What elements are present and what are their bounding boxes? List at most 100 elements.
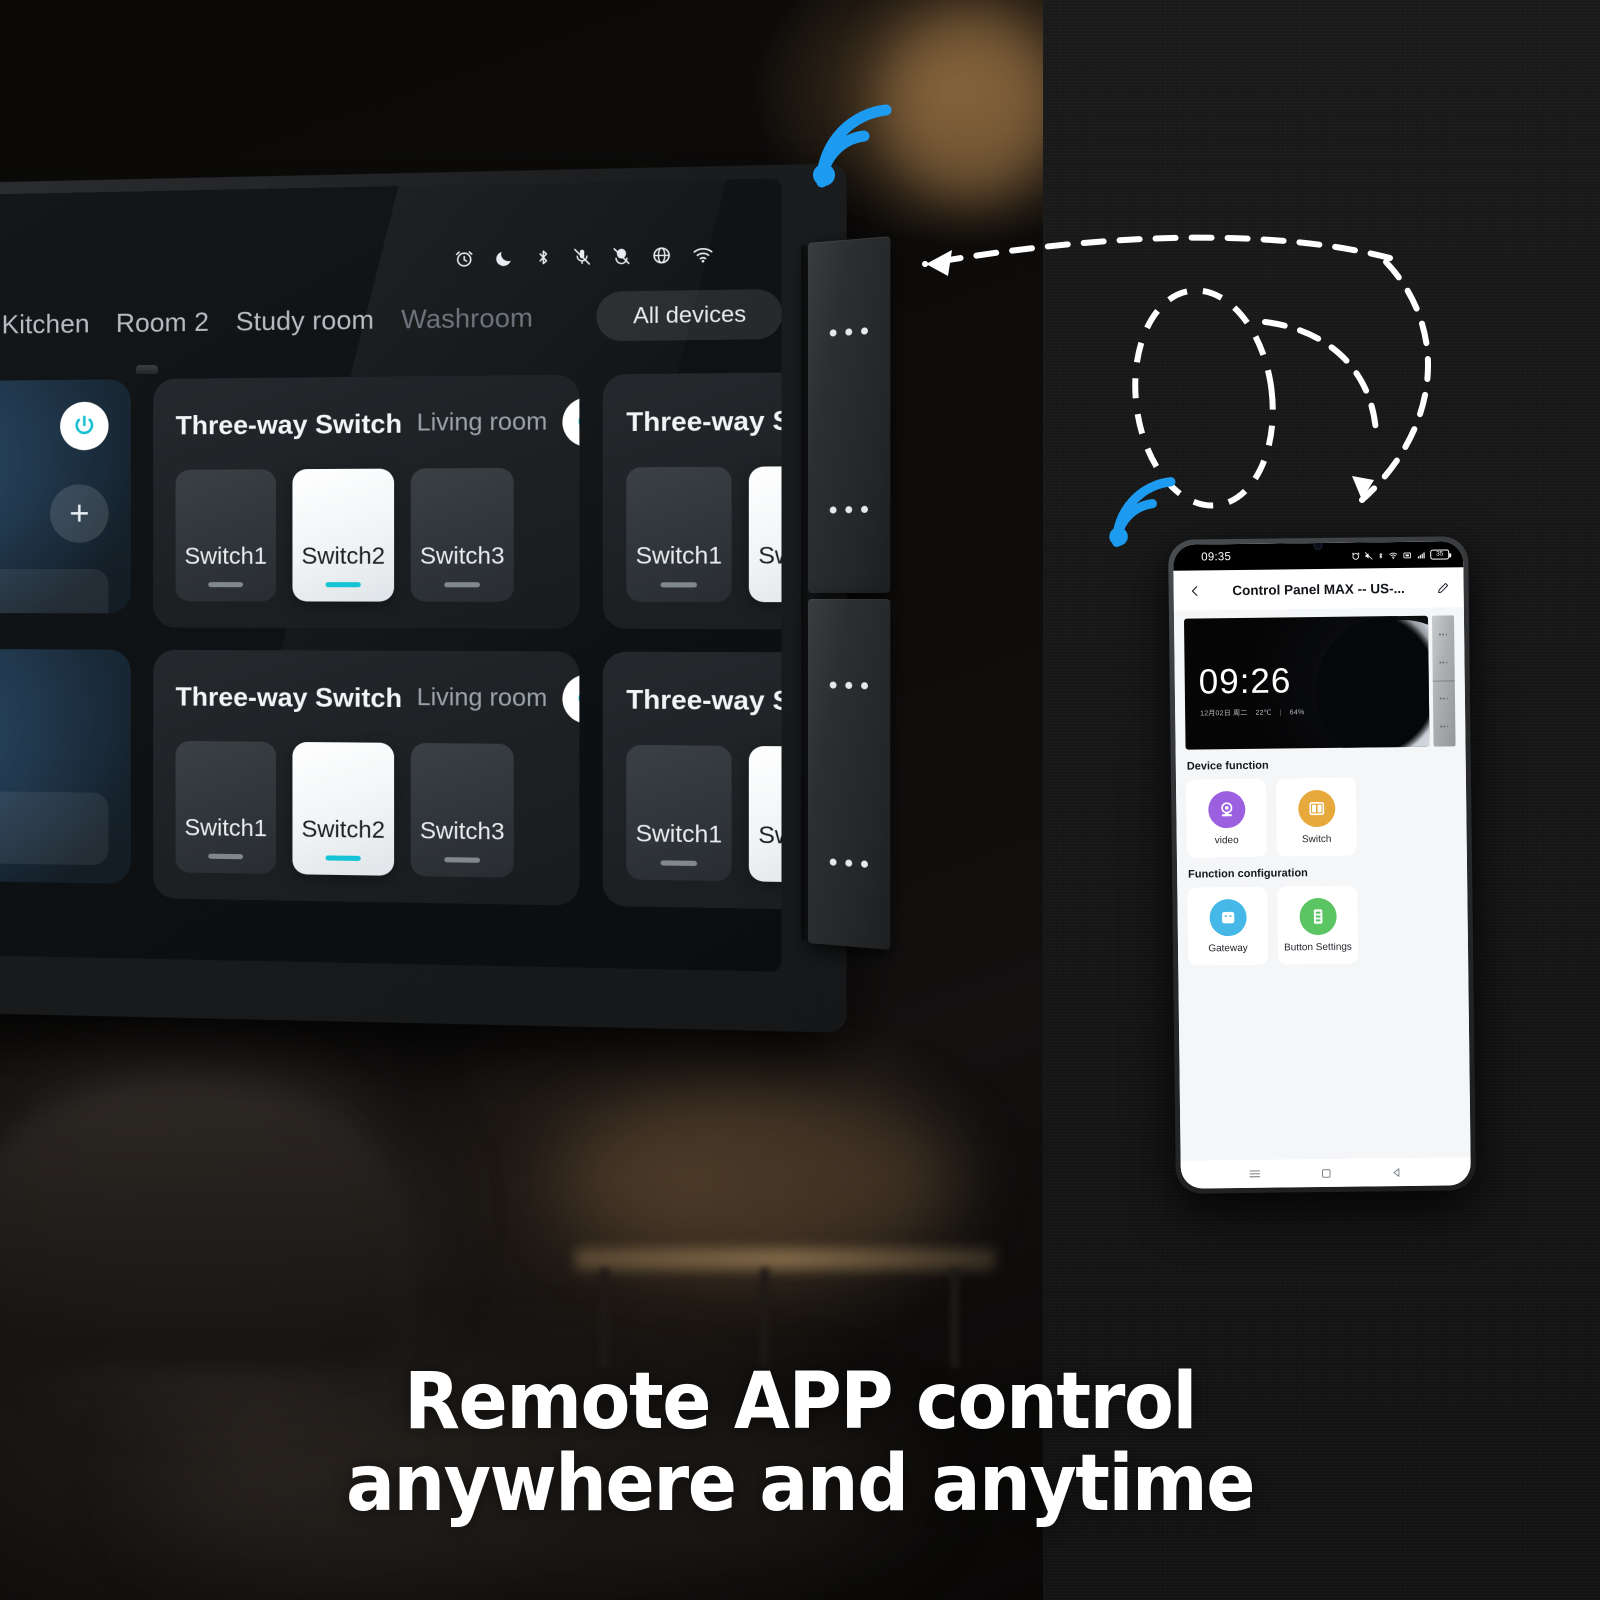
home-square-icon[interactable] [1320, 1166, 1333, 1179]
switch-state-indicator [444, 857, 480, 863]
switch-button-row: Switch1 Switch2 Switch3 [626, 744, 782, 886]
phone-screen[interactable]: 09:35 35 Control Panel MAX -- US-... 09:… [1173, 541, 1471, 1189]
switch-button-label: Switch2 [301, 815, 386, 843]
status-icons: 35 [1351, 549, 1450, 560]
tab-room-2[interactable]: Room 2 [116, 306, 209, 339]
device-cards-grid: °C + [0, 369, 782, 914]
climate-power-button[interactable] [60, 401, 109, 451]
tile-label: video [1214, 834, 1239, 846]
gateway-hub-glyph-icon [1221, 911, 1234, 923]
pencil-icon[interactable] [1432, 581, 1454, 594]
switch-button-3[interactable]: Switch3 [410, 742, 514, 878]
edit-pencil-icon [1437, 582, 1448, 593]
clock-widget-row: 09:26 12月02日 周二 22℃ | 64% [1183, 615, 1456, 750]
button-list-icon [1298, 897, 1337, 935]
three-dots-indicator [829, 681, 868, 690]
switch-state-indicator [660, 582, 698, 588]
globe-icon [651, 245, 672, 266]
back-chevron-icon[interactable] [1184, 584, 1206, 597]
climate-card[interactable]: °C + [0, 379, 131, 614]
mic-off-icon [572, 246, 592, 267]
three-dots-indicator [829, 858, 868, 868]
switch-card-header: Three-way Switch Living room [626, 393, 781, 446]
switch-state-indicator [660, 860, 698, 867]
widget-clock-meta: 12月02日 周二 22℃ | 64% [1200, 707, 1304, 718]
switch-button-2[interactable]: Switch2 [748, 466, 782, 603]
wall-switch-lower-module [808, 599, 891, 950]
tablet-camera [136, 365, 158, 374]
bluetooth-icon [534, 247, 553, 268]
app-header: Control Panel MAX -- US-... [1173, 567, 1464, 611]
three-dots-indicator [1439, 697, 1449, 700]
widget-temperature: 22℃ [1255, 709, 1272, 717]
room-tabs[interactable]: m Kitchen Room 2 Study room Washroom All… [0, 287, 782, 351]
switch-card-power-button[interactable] [562, 674, 580, 725]
switch-button-1[interactable]: Switch1 [626, 466, 732, 603]
switch-card[interactable]: Three-way Switch Living room Switch1 [602, 369, 782, 631]
switch-button-2[interactable]: Switch2 [292, 741, 395, 876]
alarm-icon [454, 248, 475, 269]
tile-video[interactable]: video [1185, 778, 1267, 858]
switch-button-3[interactable]: Switch3 [410, 467, 514, 602]
switch-button-1[interactable]: Switch1 [175, 469, 276, 602]
camera-icon [1207, 790, 1246, 828]
wall-switch-upper-module [808, 236, 891, 594]
switch-button-label: Switch2 [758, 541, 782, 569]
climate-quick-actions[interactable] [0, 789, 109, 866]
page-title: Control Panel MAX -- US-... [1232, 580, 1405, 598]
three-dots-indicator [1440, 725, 1449, 728]
switch-button-row: Switch1 Switch2 Switch3 [175, 467, 556, 602]
all-devices-button[interactable]: All devices [596, 288, 782, 342]
switch-button-label: Switch2 [301, 542, 386, 569]
status-time: 09:35 [1201, 551, 1232, 564]
moon-graphic [1332, 619, 1430, 750]
bluetooth-icon [1379, 552, 1383, 558]
phone-status-bar: 09:35 35 [1173, 541, 1464, 571]
switch-card-power-button[interactable] [562, 396, 580, 448]
three-dots-indicator [829, 505, 868, 514]
switch-state-indicator [325, 582, 361, 588]
tile-label: Button Settings [1284, 941, 1352, 953]
tile-switch[interactable]: Switch [1275, 777, 1357, 857]
switch-panel-icon [1297, 789, 1336, 827]
screenshot-icon [1403, 552, 1412, 558]
switch-card[interactable]: Three-way Switch Living room Switch1 [153, 374, 580, 629]
back-triangle-icon[interactable] [1391, 1166, 1404, 1179]
wifi-icon [692, 244, 715, 263]
tab-kitchen[interactable]: Kitchen [2, 308, 90, 340]
tile-gateway[interactable]: Gateway [1187, 886, 1269, 966]
climate-add-button[interactable]: + [50, 484, 109, 543]
climate-quick-actions[interactable] [0, 568, 109, 614]
switch-button-label: Switch1 [184, 542, 267, 569]
switch-state-indicator [208, 582, 244, 588]
switch-card-title: Three-way Switch [626, 403, 782, 437]
video-camera-glyph-icon [1220, 801, 1232, 816]
wifi-signal-icon-phone [1109, 477, 1176, 548]
switch-button-label: Switch1 [635, 541, 723, 569]
tablet-screen[interactable]: m Kitchen Room 2 Study room Washroom All… [0, 178, 782, 972]
switch-button-1[interactable]: Switch1 [626, 744, 732, 882]
switch-card[interactable]: Three-way Switch Living room Switch1 [153, 649, 580, 906]
tile-label: Gateway [1208, 942, 1248, 954]
tab-washroom[interactable]: Washroom [401, 301, 533, 335]
thumb-lower-module [1433, 681, 1456, 746]
switch-card[interactable]: Three-way Switch Living room Switch1 [602, 651, 782, 914]
camera-off-icon [611, 246, 631, 267]
smartphone-device: 09:35 35 Control Panel MAX -- US-... 09:… [1168, 536, 1476, 1194]
three-dots-indicator [829, 327, 868, 337]
climate-card-secondary[interactable] [0, 648, 131, 884]
thumb-upper-module [1431, 615, 1455, 682]
switch-state-indicator [325, 855, 361, 862]
tab-study-room[interactable]: Study room [236, 304, 374, 337]
switch-button-2[interactable]: Switch2 [748, 745, 782, 884]
meta-separator: | [1279, 708, 1282, 717]
clock-preview-widget[interactable]: 09:26 12月02日 周二 22℃ | 64% [1183, 615, 1430, 750]
menu-icon[interactable] [1248, 1167, 1262, 1181]
button-settings-glyph-icon [1313, 908, 1322, 924]
tile-button-settings[interactable]: Button Settings [1277, 885, 1359, 965]
app-content: 09:26 12月02日 周二 22℃ | 64% Device functio… [1173, 607, 1471, 1161]
switch-button-2[interactable]: Switch2 [292, 468, 395, 602]
switch-state-indicator [444, 582, 480, 588]
switch-button-1[interactable]: Switch1 [175, 740, 276, 874]
widget-clock-time: 09:26 [1198, 661, 1292, 702]
